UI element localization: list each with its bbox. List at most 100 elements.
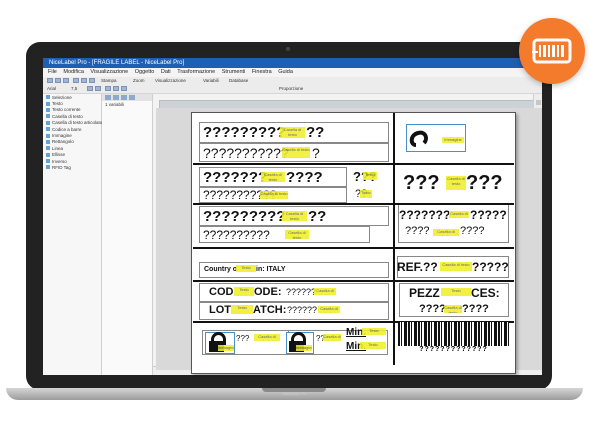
barcode-icon	[46, 127, 50, 132]
label-divider-3	[193, 247, 514, 249]
bold-icon[interactable]	[87, 86, 93, 91]
right-mid1-text: ???????	[399, 208, 451, 222]
ref-suffix: ?????	[472, 260, 509, 274]
tool-label: Linea	[52, 145, 64, 151]
variables-panel: 1 variabili	[102, 94, 153, 375]
big-code-text: ???	[403, 172, 440, 194]
paragraph-icon	[46, 107, 50, 112]
rectangle-icon	[46, 139, 50, 144]
toolbox-panel: Selezione Testo Testo corrente Casella d…	[43, 94, 102, 375]
hook-icon	[409, 130, 428, 147]
right-mid1-end-text: ?????	[470, 208, 507, 222]
save-icon[interactable]	[63, 78, 69, 83]
code-value-highlight: Casella di testo	[314, 288, 336, 295]
view-button[interactable]: Visualizzazione	[155, 77, 186, 85]
barcode-text: ?????????????	[419, 346, 488, 353]
image-icon	[46, 133, 50, 138]
tool-label: RFID Tag	[52, 164, 71, 170]
open-icon[interactable]	[55, 78, 61, 83]
delete-variable-icon[interactable]	[121, 95, 127, 100]
variables-tabs	[102, 94, 152, 101]
tool-label: Testo	[52, 101, 63, 107]
row2a-text: ???????	[203, 169, 268, 186]
menu-finestra[interactable]: Finestra	[252, 69, 272, 75]
barcode-roll-icon	[532, 38, 572, 64]
cut-icon[interactable]	[73, 78, 79, 83]
database-icon[interactable]	[129, 95, 135, 100]
variables-count: 1 variabili	[105, 102, 125, 107]
camera-dot	[286, 47, 290, 51]
label-divider-2	[193, 203, 514, 205]
database-button[interactable]: Database	[229, 77, 248, 85]
menu-trasformazione[interactable]: Trasformazione	[177, 69, 215, 75]
barcode[interactable]	[398, 322, 509, 346]
tool-label: Immagine	[52, 133, 72, 139]
tool-label: Ellisse	[52, 152, 66, 158]
lot-suffix: ATCH:	[253, 304, 287, 316]
row2d-highlight: Testo	[360, 190, 372, 198]
lot-prefix: LOT	[209, 304, 231, 316]
row3b-text: ??????????	[203, 228, 270, 242]
hook-image-tag: Immagine	[442, 137, 464, 143]
pezzi-value-end: ????	[462, 303, 489, 315]
label-divider-vertical	[393, 113, 395, 365]
bottom-q1-highlight: Casella di testo	[254, 334, 280, 341]
menu-strumenti[interactable]: Strumenti	[222, 69, 246, 75]
tool-label: Codice a barre	[52, 126, 82, 132]
copy-icon[interactable]	[81, 78, 87, 83]
menu-dati[interactable]: Dati	[161, 69, 171, 75]
align-top-icon[interactable]	[536, 100, 541, 105]
add-variable-icon[interactable]	[105, 95, 111, 100]
font-size-select[interactable]: 7,5	[71, 85, 77, 93]
lot-value-highlight: Casella di testo	[318, 306, 340, 313]
title1-highlight: Casella di testo	[280, 127, 305, 138]
pezzi-value-highlight: Casella di testo	[444, 305, 462, 313]
right-mid2-highlight: Casella di testo	[433, 229, 459, 236]
paste-icon[interactable]	[89, 78, 95, 83]
menu-visualizzazione[interactable]: Visualizzazione	[90, 69, 128, 75]
bottom-q1: ???	[236, 334, 250, 343]
row2a-highlight: Casella di testo	[261, 172, 285, 182]
print-button[interactable]: Stampa	[101, 77, 117, 85]
window-title: NiceLabel Pro - [FRAGILE LABEL - NiceLab…	[43, 58, 542, 68]
zoom-button[interactable]: Zoom	[133, 77, 145, 85]
tool-label: Inverso	[52, 158, 67, 164]
tool-casella-articolato[interactable]: Casella di testo articolato	[43, 120, 102, 126]
edit-variable-icon[interactable]	[113, 95, 119, 100]
right-mid1-highlight: Casella di testo	[449, 211, 469, 218]
inverse-icon	[46, 159, 50, 164]
label-divider-1	[193, 163, 514, 165]
variables-button[interactable]: Variabili	[203, 77, 219, 85]
font-select[interactable]: Arial	[47, 85, 56, 93]
italic-icon[interactable]	[95, 86, 101, 91]
row3a-end-text: ??	[308, 208, 327, 225]
tool-rfid[interactable]: RFID Tag	[43, 164, 101, 170]
code-value: ??????	[286, 287, 317, 297]
menu-file[interactable]: File	[48, 69, 57, 75]
ref-prefix: REF.??	[397, 260, 438, 274]
textbox-icon	[46, 114, 50, 119]
menu-modifica[interactable]: Modifica	[63, 69, 83, 75]
laptop-brand: MacBook Pro	[282, 391, 307, 396]
menu-oggetto[interactable]: Oggetto	[135, 69, 155, 75]
row2a-end-text: ????	[286, 169, 323, 186]
bottom-q2-highlight: Casella di testo	[323, 334, 341, 341]
align-right-icon[interactable]	[121, 86, 127, 91]
ref-highlight: Casella di testo	[440, 262, 472, 271]
pezzi-suffix: CES:	[471, 286, 500, 300]
align-left-icon[interactable]	[105, 86, 111, 91]
align-center-icon[interactable]	[113, 86, 119, 91]
row3a-highlight: Casella di testo	[282, 211, 307, 221]
row3b-highlight: Casella di testo	[285, 230, 309, 239]
menu-guida[interactable]: Guida	[278, 69, 293, 75]
line-icon	[46, 146, 50, 151]
min2-highlight: Testo	[360, 342, 386, 349]
pezzi-value: ????	[419, 303, 446, 315]
rich-text-icon	[46, 120, 50, 125]
code-label-highlight: Testo	[234, 287, 254, 296]
new-icon[interactable]	[47, 78, 53, 83]
proportion-button[interactable]: Proporzione	[279, 85, 303, 93]
right-mid2-end-text: ????	[460, 225, 485, 237]
format-toolbar: Arial 7,5 Proporzione	[43, 85, 542, 94]
title1-text: ?????????	[203, 124, 286, 141]
